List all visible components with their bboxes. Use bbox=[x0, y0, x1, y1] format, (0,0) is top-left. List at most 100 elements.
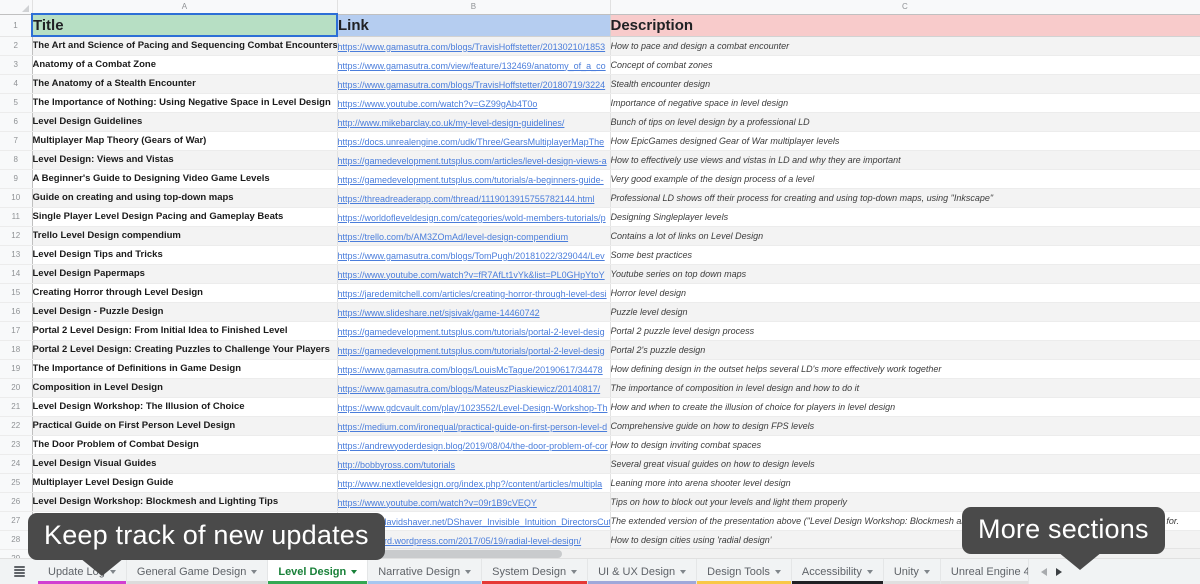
cell-title[interactable]: Multiplayer Level Design Guide bbox=[32, 473, 338, 493]
table-row[interactable]: 23 The Door Problem of Combat Design https… bbox=[0, 435, 1200, 455]
prev-sheet-arrow-icon[interactable] bbox=[1040, 567, 1047, 576]
cell-description[interactable]: The importance of composition in level d… bbox=[610, 378, 1200, 398]
link-anchor[interactable]: https://www.gamasutra.com/blogs/MateuszP… bbox=[338, 384, 601, 394]
cell-description[interactable]: Several great visual guides on how to de… bbox=[610, 454, 1200, 474]
cell-title[interactable]: A Beginner's Guide to Designing Video Ga… bbox=[32, 169, 338, 189]
link-anchor[interactable]: https://www.youtube.com/watch?v=GZ99gAb4… bbox=[338, 99, 538, 109]
link-anchor[interactable]: https://www.slideshare.net/sjsivak/game-… bbox=[338, 308, 540, 318]
table-row[interactable]: 14 Level Design Papermaps https://www.yout… bbox=[0, 264, 1200, 284]
link-anchor[interactable]: https://www.youtube.com/watch?v=fR7AfLt1… bbox=[338, 270, 605, 280]
table-row[interactable]: 7 Multiplayer Map Theory (Gears of War) ht… bbox=[0, 131, 1200, 151]
cell-title[interactable]: Level Design Workshop: The Illusion of C… bbox=[32, 397, 338, 417]
cell-link[interactable]: https://threadreaderapp.com/thread/11190… bbox=[337, 188, 611, 208]
spreadsheet-grid[interactable]: A B C 1 Title Link Description 2 The Art … bbox=[0, 0, 1200, 584]
link-anchor[interactable]: http://www.mikebarclay.co.uk/my-level-de… bbox=[338, 118, 565, 128]
row-number[interactable]: 24 bbox=[0, 454, 33, 474]
cell-description[interactable]: Bunch of tips on level design by a profe… bbox=[610, 112, 1200, 132]
sheet-tab-unreal-engine-4[interactable]: Unreal Engine 4 bbox=[940, 559, 1029, 584]
chevron-down-icon[interactable] bbox=[923, 569, 930, 574]
cell-title[interactable]: The Art and Science of Pacing and Sequen… bbox=[32, 36, 338, 56]
cell-title[interactable]: Composition in Level Design bbox=[32, 378, 338, 398]
cell-link[interactable]: https://gamedevelopment.tutsplus.com/art… bbox=[337, 150, 611, 170]
row-number[interactable]: 3 bbox=[0, 55, 33, 75]
cell-link[interactable]: https://www.youtube.com/watch?v=09r1B9cV… bbox=[337, 492, 611, 512]
cell-title[interactable]: Level Design Tips and Tricks bbox=[32, 245, 338, 265]
row-number[interactable]: 12 bbox=[0, 226, 33, 246]
cell-title[interactable]: Level Design Papermaps bbox=[32, 264, 338, 284]
row-number[interactable]: 1 bbox=[0, 14, 33, 37]
link-anchor[interactable]: https://threadreaderapp.com/thread/11190… bbox=[338, 194, 595, 204]
link-anchor[interactable]: https://www.gamasutra.com/blogs/TravisHo… bbox=[338, 80, 606, 90]
cell-link[interactable]: https://andrewyoderdesign.blog/2019/08/0… bbox=[337, 435, 611, 455]
chevron-down-icon[interactable] bbox=[774, 569, 781, 574]
table-row[interactable]: 19 The Importance of Definitions in Game … bbox=[0, 359, 1200, 379]
cell-description[interactable]: Horror level design bbox=[610, 283, 1200, 303]
all-sheets-button[interactable] bbox=[0, 559, 38, 584]
row-number[interactable]: 11 bbox=[0, 207, 33, 227]
row-number[interactable]: 5 bbox=[0, 93, 33, 113]
cell-title[interactable]: Single Player Level Design Pacing and Ga… bbox=[32, 207, 338, 227]
cell-description[interactable]: Leaning more into arena shooter level de… bbox=[610, 473, 1200, 493]
cell-title[interactable]: The Anatomy of a Stealth Encounter bbox=[32, 74, 338, 94]
table-row[interactable]: 10 Guide on creating and using top-down m… bbox=[0, 188, 1200, 208]
cell-title[interactable]: Practical Guide on First Person Level De… bbox=[32, 416, 338, 436]
chevron-down-icon[interactable] bbox=[571, 569, 578, 574]
link-anchor[interactable]: https://www.gdcvault.com/play/1023552/Le… bbox=[338, 403, 608, 413]
cell-link[interactable]: https://www.gamasutra.com/view/feature/1… bbox=[337, 55, 611, 75]
cell-link[interactable]: https://gamedevelopment.tutsplus.com/tut… bbox=[337, 169, 611, 189]
row-number[interactable]: 2 bbox=[0, 36, 33, 56]
table-row[interactable]: 21 Level Design Workshop: The Illusion of… bbox=[0, 397, 1200, 417]
cell-link[interactable]: https://www.gamasutra.com/blogs/TravisHo… bbox=[337, 74, 611, 94]
cell-link[interactable]: https://www.slideshare.net/sjsivak/game-… bbox=[337, 302, 611, 322]
cell-title[interactable]: Portal 2 Level Design: From Initial Idea… bbox=[32, 321, 338, 341]
cell-link[interactable]: https://www.gamasutra.com/blogs/TravisHo… bbox=[337, 36, 611, 56]
cell-title[interactable]: Anatomy of a Combat Zone bbox=[32, 55, 338, 75]
cell-description[interactable]: Designing Singleplayer levels bbox=[610, 207, 1200, 227]
chevron-down-icon[interactable] bbox=[465, 569, 472, 574]
row-number[interactable]: 4 bbox=[0, 74, 33, 94]
row-number[interactable]: 20 bbox=[0, 378, 33, 398]
cell-description[interactable]: Portal 2 puzzle level design process bbox=[610, 321, 1200, 341]
cell-description[interactable]: How to pace and design a combat encounte… bbox=[610, 36, 1200, 56]
table-row[interactable]: 11 Single Player Level Design Pacing and … bbox=[0, 207, 1200, 227]
cell-link[interactable]: http://www.nextleveldesign.org/index.php… bbox=[337, 473, 611, 493]
link-anchor[interactable]: https://www.youtube.com/watch?v=09r1B9cV… bbox=[338, 498, 537, 508]
cell-title[interactable]: Creating Horror through Level Design bbox=[32, 283, 338, 303]
row-number[interactable]: 22 bbox=[0, 416, 33, 436]
row-number[interactable]: 13 bbox=[0, 245, 33, 265]
cell-link[interactable]: https://trello.com/b/AM3ZOmAd/level-desi… bbox=[337, 226, 611, 246]
row-number[interactable]: 16 bbox=[0, 302, 33, 322]
table-row[interactable]: 9A Beginner's Guide to Designing Video G… bbox=[0, 169, 1200, 189]
sheet-tab-unity[interactable]: Unity bbox=[883, 559, 941, 584]
row-number[interactable]: 9 bbox=[0, 169, 33, 189]
table-row[interactable]: 4 The Anatomy of a Stealth Encounter https… bbox=[0, 74, 1200, 94]
link-anchor[interactable]: https://jaredemitchell.com/articles/crea… bbox=[338, 289, 607, 299]
cell-link[interactable]: https://docs.unrealengine.com/udk/Three/… bbox=[337, 131, 611, 151]
chevron-down-icon[interactable] bbox=[351, 569, 358, 574]
column-header-b[interactable]: B bbox=[337, 0, 611, 15]
cell-link[interactable]: https://gamedevelopment.tutsplus.com/tut… bbox=[337, 340, 611, 360]
link-anchor[interactable]: https://www.gamasutra.com/blogs/LouisMcT… bbox=[338, 365, 603, 375]
link-anchor[interactable]: https://gamedevelopment.tutsplus.com/tut… bbox=[338, 175, 604, 185]
table-row[interactable]: 3 Anatomy of a Combat Zone https://www.gam… bbox=[0, 55, 1200, 75]
table-row[interactable]: 6 Level Design Guidelines http://www.mikeb… bbox=[0, 112, 1200, 132]
table-row[interactable]: 5 The Importance of Nothing: Using Negati… bbox=[0, 93, 1200, 113]
link-anchor[interactable]: https://andrewyoderdesign.blog/2019/08/0… bbox=[338, 441, 608, 451]
row-number[interactable]: 25 bbox=[0, 473, 33, 493]
row-number[interactable]: 14 bbox=[0, 264, 33, 284]
link-anchor[interactable]: https://gamedevelopment.tutsplus.com/tut… bbox=[338, 346, 605, 356]
link-anchor[interactable]: https://www.gamasutra.com/blogs/TomPugh/… bbox=[338, 251, 605, 261]
cell-description[interactable]: How EpicGames designed Gear of War multi… bbox=[610, 131, 1200, 151]
link-anchor[interactable]: https://medium.com/ironequal/practical-g… bbox=[338, 422, 608, 432]
cell-link[interactable]: https://www.gamasutra.com/blogs/MateuszP… bbox=[337, 378, 611, 398]
cell-title[interactable]: Level Design Workshop: Blockmesh and Lig… bbox=[32, 492, 338, 512]
link-anchor[interactable]: http://www.nextleveldesign.org/index.php… bbox=[338, 479, 603, 489]
sheet-tab-ui-ux-design[interactable]: UI & UX Design bbox=[588, 559, 698, 584]
cell-description[interactable]: Comprehensive guide on how to design FPS… bbox=[610, 416, 1200, 436]
cell-link[interactable]: https://worldofleveldesign.com/categorie… bbox=[337, 207, 611, 227]
cell-description[interactable]: Stealth encounter design bbox=[610, 74, 1200, 94]
table-row[interactable]: 8 Level Design: Views and Vistas https://g… bbox=[0, 150, 1200, 170]
select-all-corner[interactable] bbox=[0, 0, 33, 15]
sheet-tab-design-tools[interactable]: Design Tools bbox=[697, 559, 792, 584]
cell-title[interactable]: The Door Problem of Combat Design bbox=[32, 435, 338, 455]
